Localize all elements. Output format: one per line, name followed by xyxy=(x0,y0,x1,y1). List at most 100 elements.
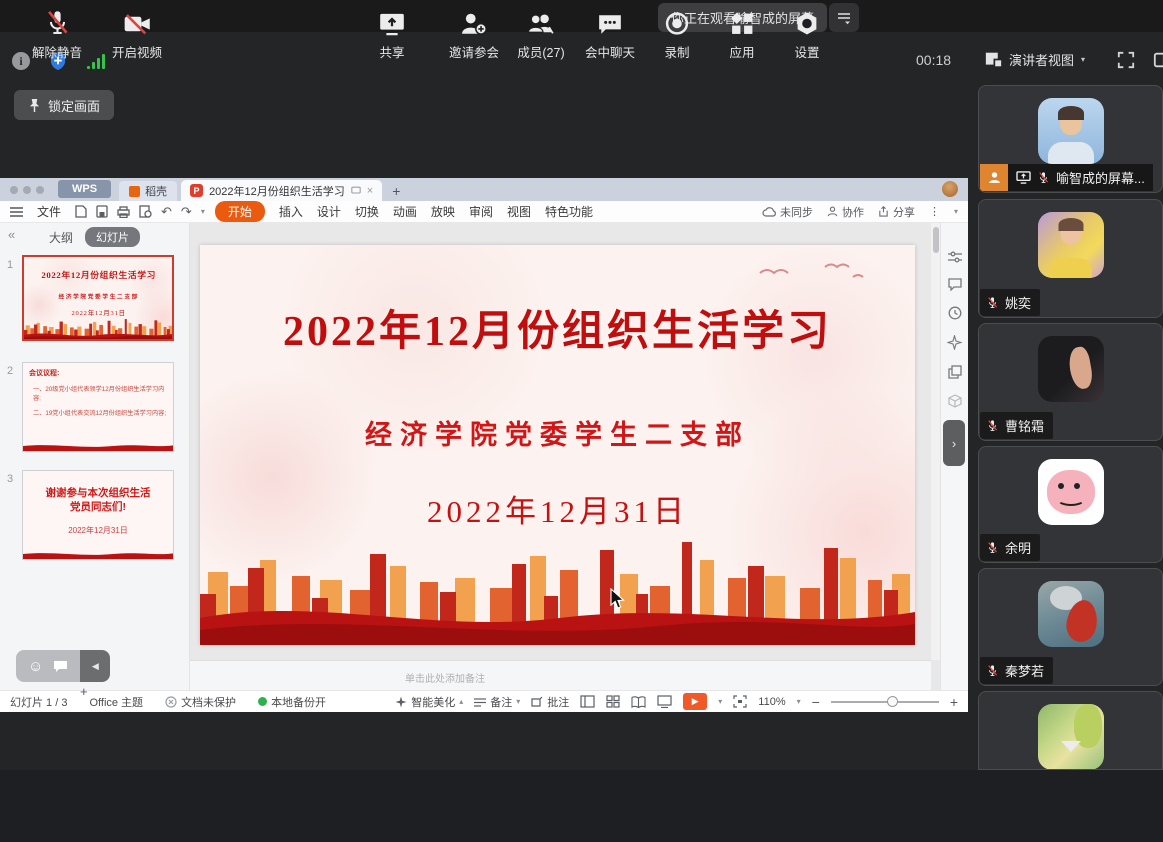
chat-button[interactable]: 会中聊天 xyxy=(585,10,635,61)
doc-protection-status[interactable]: 文档未保护 xyxy=(165,694,236,710)
zoom-caret-icon[interactable]: ▾ xyxy=(797,697,801,706)
sparkle-icon[interactable] xyxy=(947,335,962,350)
menu-review[interactable]: 审阅 xyxy=(469,203,493,220)
members-button[interactable]: 成员(27) xyxy=(517,10,564,61)
menu-transition[interactable]: 切换 xyxy=(355,203,379,220)
participant-tile[interactable]: 余明 xyxy=(978,446,1163,563)
share-screen-button[interactable]: 共享 xyxy=(379,10,406,61)
zoom-in-button[interactable]: + xyxy=(950,694,958,710)
comment-icon[interactable] xyxy=(948,278,962,291)
slide-sorter-icon[interactable] xyxy=(606,695,620,708)
collaborate-button[interactable]: 协作 xyxy=(827,204,864,220)
print-preview-icon[interactable] xyxy=(139,205,152,218)
chevron-down-icon: ▾ xyxy=(1081,55,1085,64)
menu-features[interactable]: 特色功能 xyxy=(545,203,593,220)
participant-tile[interactable]: 姚奕 xyxy=(978,199,1163,318)
add-reaction-icon[interactable]: + xyxy=(80,684,88,699)
menu-animation[interactable]: 动画 xyxy=(393,203,417,220)
mic-muted-icon xyxy=(986,419,999,432)
settings-button[interactable]: 设置 xyxy=(794,10,819,61)
save-icon[interactable] xyxy=(96,205,108,218)
comment-button[interactable]: 批注 xyxy=(531,694,569,710)
more-menu-icon[interactable]: ⋮ xyxy=(929,205,940,218)
participant-tile[interactable]: 喻智成的屏幕... xyxy=(978,85,1163,193)
fullscreen-button[interactable] xyxy=(1117,51,1135,69)
play-options-caret-icon[interactable]: ▾ xyxy=(718,697,722,706)
settings-sliders-icon[interactable] xyxy=(948,251,962,263)
chat-bubble-icon[interactable] xyxy=(53,660,68,673)
more-tools-caret-icon[interactable]: ▾ xyxy=(201,207,205,216)
scroll-more-participants-icon[interactable] xyxy=(1061,741,1081,752)
slideshow-display-icon[interactable] xyxy=(657,695,672,708)
participant-tile[interactable]: 曹铭霜 xyxy=(978,323,1163,441)
docer-icon xyxy=(129,186,140,197)
print-icon[interactable] xyxy=(117,206,130,218)
apps-button[interactable]: 应用 xyxy=(729,10,754,61)
expand-panel-handle[interactable]: › xyxy=(943,420,965,466)
unmute-button[interactable]: 解除静音 xyxy=(32,10,82,61)
new-doc-icon[interactable] xyxy=(75,205,87,218)
notes-pane[interactable]: 单击此处添加备注 xyxy=(190,660,931,690)
slide-thumbnail-2[interactable]: 会议议程: 一、20级党小组代表领学12月份组织生活学习内容; 二、19党小组代… xyxy=(22,362,174,452)
sync-status[interactable]: 未同步 xyxy=(762,204,813,220)
menu-insert[interactable]: 插入 xyxy=(279,203,303,220)
panel-toggle-button[interactable] xyxy=(1153,51,1163,69)
caret-down-icon: ▾ xyxy=(516,697,520,706)
undo-icon[interactable]: ↶ xyxy=(161,204,172,220)
share-button[interactable]: 分享 xyxy=(878,204,915,220)
share-doc-icon[interactable] xyxy=(351,186,361,195)
wps-user-avatar[interactable] xyxy=(942,181,958,197)
collapse-ribbon-icon[interactable]: ▾ xyxy=(954,207,958,216)
theme-name[interactable]: Office 主题 xyxy=(89,694,143,710)
local-backup-status[interactable]: 本地备份开 xyxy=(258,694,326,710)
tab-document[interactable]: P 2022年12月份组织生活学习 × xyxy=(181,180,382,201)
view-mode-switcher[interactable]: 演讲者视图 ▾ xyxy=(985,50,1085,69)
info-icon[interactable]: i xyxy=(12,52,30,70)
invite-button[interactable]: 邀请参会 xyxy=(449,10,499,61)
ribbon-graphic xyxy=(23,550,174,559)
menu-view[interactable]: 视图 xyxy=(507,203,531,220)
reading-view-icon[interactable] xyxy=(631,696,646,708)
collapse-reaction-bar-icon[interactable]: ◀ xyxy=(80,650,110,682)
participant-tile[interactable] xyxy=(978,691,1163,770)
notes-button[interactable]: 备注 ▾ xyxy=(474,694,520,710)
smart-beautify-button[interactable]: 智能美化 ▴ xyxy=(395,694,463,710)
tab-outline[interactable]: 大纲 xyxy=(49,229,73,246)
menu-slideshow[interactable]: 放映 xyxy=(431,203,455,220)
window-controls[interactable] xyxy=(10,186,44,194)
new-tab-button[interactable]: + xyxy=(392,183,400,199)
menu-icon[interactable] xyxy=(10,207,23,217)
play-slideshow-button[interactable]: ▶ xyxy=(683,693,707,710)
menu-start[interactable]: 开始 xyxy=(215,201,265,222)
record-button[interactable]: 录制 xyxy=(664,10,689,61)
mic-muted-icon xyxy=(1037,171,1050,184)
slide-thumbnail-3[interactable]: 谢谢参与本次组织生活 党员同志们! 2022年12月31日 xyxy=(22,470,174,560)
menu-design[interactable]: 设计 xyxy=(317,203,341,220)
fit-screen-icon[interactable] xyxy=(733,695,747,708)
smiley-icon[interactable]: ☺ xyxy=(28,658,43,675)
zoom-out-button[interactable]: − xyxy=(812,694,820,710)
tab-slides[interactable]: 幻灯片 xyxy=(85,227,140,247)
zoom-slider-knob[interactable] xyxy=(887,696,898,707)
normal-view-icon[interactable] xyxy=(580,695,595,708)
canvas-scrollbar[interactable] xyxy=(931,223,940,660)
participant-tile[interactable]: 秦梦若 xyxy=(978,568,1163,686)
start-video-button[interactable]: 开启视频 xyxy=(112,10,162,61)
tab-docer[interactable]: 稻壳 xyxy=(119,181,177,201)
zoom-level[interactable]: 110% xyxy=(758,696,785,708)
zoom-slider[interactable] xyxy=(831,701,939,703)
history-clock-icon[interactable] xyxy=(948,306,962,320)
banner-menu-button[interactable] xyxy=(829,3,859,32)
redo-icon[interactable]: ↷ xyxy=(181,204,192,220)
close-tab-icon[interactable]: × xyxy=(367,185,373,197)
duplicate-icon[interactable] xyxy=(948,365,962,379)
lock-screen-label: 锁定画面 xyxy=(48,96,100,115)
collapse-panel-icon[interactable]: « xyxy=(8,227,15,242)
screen-share-icon xyxy=(1016,171,1031,184)
slide-thumbnail-1[interactable]: 2022年12月份组织生活学习 经济学院党委学生二支部 2022年12月31日 xyxy=(22,255,174,341)
wps-home-button[interactable]: WPS xyxy=(58,180,111,198)
lock-screen-button[interactable]: 锁定画面 xyxy=(14,90,114,120)
box-icon[interactable] xyxy=(948,394,962,408)
menu-file[interactable]: 文件 xyxy=(37,203,61,220)
current-slide[interactable]: 2022年12月份组织生活学习 经济学院党委学生二支部 2022年12月31日 xyxy=(200,245,915,645)
